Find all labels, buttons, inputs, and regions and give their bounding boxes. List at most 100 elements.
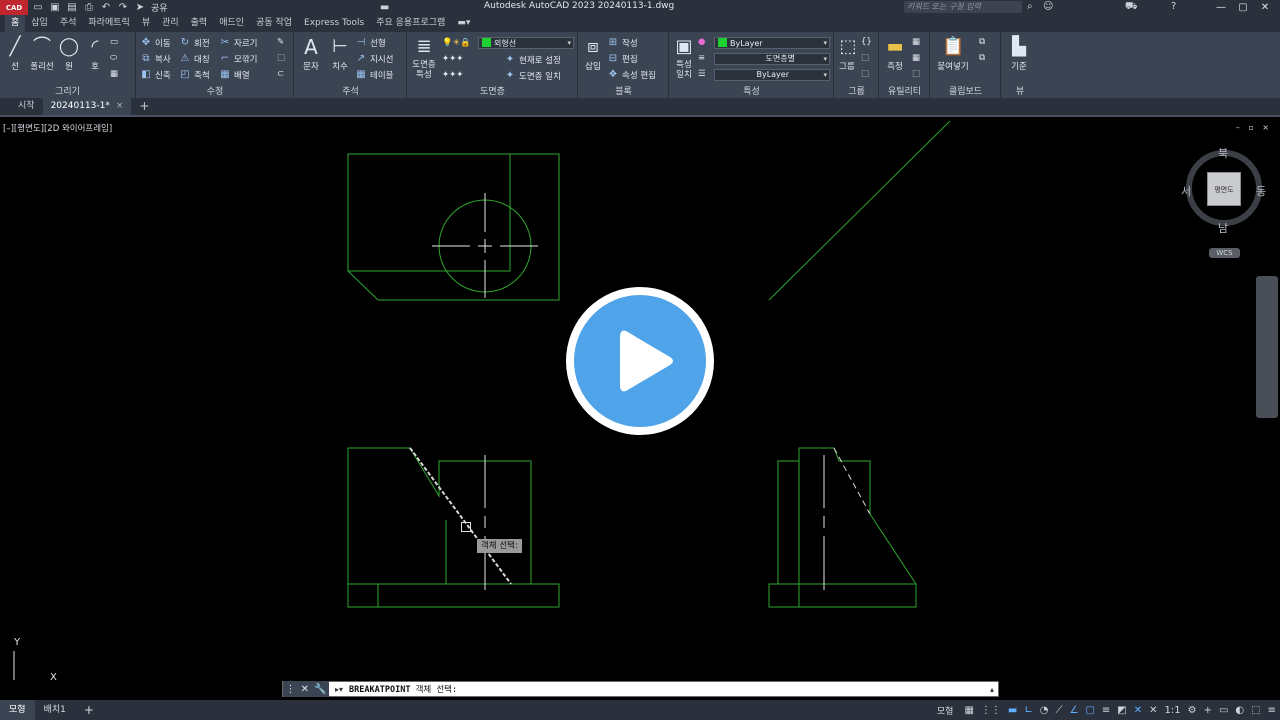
ortho-icon[interactable]: ∟ <box>1024 705 1032 716</box>
cut-clip-icon[interactable]: ⧉ <box>979 53 985 63</box>
plus-icon[interactable]: + <box>1204 705 1212 716</box>
edit-attributes-button[interactable]: ❖ 속성 편집 <box>607 69 656 81</box>
start-tab[interactable]: 시작 <box>10 98 43 115</box>
viewport-window-controls[interactable]: – ▫ × <box>1236 123 1272 132</box>
isodraft-icon[interactable]: ⟋ <box>1055 705 1062 716</box>
clipboard-panel-title[interactable]: 클립보드 <box>931 84 1000 97</box>
close-button[interactable]: ✕ <box>1254 0 1276 15</box>
osnap-icon[interactable]: ▢ <box>1085 705 1094 716</box>
polyline-tool[interactable]: ⌒ 폴리선 <box>28 36 56 72</box>
edit-block-button[interactable]: ⊟ 편집 <box>607 53 638 65</box>
lineweight-icon[interactable]: ☰ <box>698 69 706 79</box>
linear-dim-button[interactable]: ⊣ 선형 <box>355 37 386 49</box>
auto-scale-icon[interactable]: ✕ <box>1149 705 1157 716</box>
isolate-icon[interactable]: ◐ <box>1235 705 1244 716</box>
drawing-tab[interactable]: 20240113-1* × <box>42 98 132 115</box>
command-history-expand-icon[interactable]: ▴ <box>986 685 998 694</box>
wcs-menu[interactable]: WCS <box>1209 248 1240 258</box>
hatch-icon[interactable]: ⬭ <box>110 53 117 63</box>
hardware-accel-icon[interactable]: ▭ <box>1219 705 1228 716</box>
select-all-icon[interactable]: ⬚ <box>912 69 920 79</box>
tab-home[interactable]: 홈 <box>5 15 26 32</box>
search-input[interactable]: 키워드 또는 구절 입력 <box>904 1 1022 13</box>
tab-output[interactable]: 출력 <box>185 15 214 32</box>
close-tab-icon[interactable]: × <box>116 101 124 111</box>
tab-collaborate[interactable]: 공동 작업 <box>250 15 298 32</box>
scale-button[interactable]: ◰ 축척 <box>179 69 209 81</box>
tab-insert[interactable]: 삽입 <box>25 15 54 32</box>
redo-icon[interactable]: ↷ <box>116 2 130 14</box>
cart-icon[interactable]: ⛟ <box>1125 1 1138 14</box>
help-icon[interactable]: ? <box>1171 1 1176 12</box>
add-layout-button[interactable]: + <box>75 700 103 720</box>
create-block-button[interactable]: ⊞ 작성 <box>607 37 638 49</box>
tab-express-tools[interactable]: Express Tools <box>298 15 370 32</box>
stretch-button[interactable]: ◧ 신축 <box>140 69 170 81</box>
user-icon[interactable]: ☺ <box>1043 1 1053 12</box>
minimize-button[interactable]: — <box>1210 0 1232 15</box>
transparency-icon[interactable]: ◩ <box>1117 705 1126 716</box>
compass-west[interactable]: 서 <box>1181 183 1191 199</box>
compass-east[interactable]: 동 <box>1256 183 1266 199</box>
measure-tool[interactable]: ▬ 측정 <box>884 36 906 72</box>
layer-tools-icons[interactable]: ✦✦✦ <box>442 54 463 64</box>
id-point-icon[interactable]: ▦ <box>912 53 920 63</box>
layer-tools-icons-2[interactable]: ✦✦✦ <box>442 70 463 80</box>
viewcube-face[interactable]: 평면도 <box>1207 172 1241 206</box>
annotation-visibility-icon[interactable]: ✕ <box>1134 705 1142 716</box>
layer-dropdown[interactable]: 외형선 ▾ <box>478 37 574 49</box>
group-edit-icon[interactable]: ⬚ <box>861 53 869 63</box>
lineweight-toggle-icon[interactable]: ≡ <box>1102 705 1110 716</box>
linetype-icon[interactable]: ≡ <box>698 53 705 63</box>
close-icon[interactable]: ✕ <box>301 684 309 695</box>
layout1-tab[interactable]: 배치1 <box>35 700 75 720</box>
set-current-button[interactable]: ✦ 현재로 설정 <box>504 54 561 66</box>
quick-calc-icon[interactable]: ▦ <box>912 37 920 47</box>
new-tab-button[interactable]: + <box>131 98 157 115</box>
compass-south[interactable]: 남 <box>1218 220 1228 236</box>
block-panel-title[interactable]: 블록 <box>579 84 668 97</box>
maximize-button[interactable]: ▢ <box>1232 0 1254 15</box>
recent-commands-icon[interactable]: ▸▾ <box>335 685 343 694</box>
lineweight-dropdown[interactable]: ByLayer ▾ <box>714 69 830 81</box>
dynamic-input-icon[interactable]: ▬ <box>1008 705 1017 716</box>
rotate-button[interactable]: ↻ 회전 <box>179 37 210 49</box>
view-panel-title[interactable]: 뷰 <box>1002 84 1038 97</box>
base-view-tool[interactable]: ▙ 기준 <box>1006 36 1032 72</box>
erase-icon[interactable]: ✎ <box>277 37 284 47</box>
viewport-controls-label[interactable]: [–][평면도][2D 와이어프레임] <box>3 122 112 134</box>
rectangle-icon[interactable]: ▭ <box>110 37 118 47</box>
utilities-panel-title[interactable]: 유틸리티 <box>880 84 929 97</box>
workspace-dropdown-icon[interactable]: ▬ <box>378 2 392 14</box>
offset-icon[interactable]: ⊂ <box>277 69 284 79</box>
tab-annotate[interactable]: 주석 <box>54 15 83 32</box>
copy-button[interactable]: ⧉ 복사 <box>140 53 170 65</box>
fullscreen-icon[interactable]: ⬚ <box>1251 705 1260 716</box>
array-button[interactable]: ▦ 배열 <box>219 69 249 81</box>
arc-tool[interactable]: ◜ 호 <box>84 36 106 72</box>
tab-parametric[interactable]: 파라메트릭 <box>82 15 135 32</box>
properties-panel-title[interactable]: 특성 <box>670 84 833 97</box>
save-icon[interactable]: ▣ <box>48 2 62 14</box>
match-properties-tool[interactable]: ▣ 특성 일치 <box>672 36 696 80</box>
search-icon[interactable]: ⌕ <box>1027 1 1033 12</box>
draw-panel-title[interactable]: 그리기 <box>0 84 135 97</box>
leader-button[interactable]: ↗ 지시선 <box>355 53 394 65</box>
snap-icon[interactable]: ⋮⋮ <box>981 705 1001 716</box>
tab-view[interactable]: 뷰 <box>136 15 156 32</box>
text-tool[interactable]: A 문자 <box>299 36 323 72</box>
share-button[interactable]: 공유 <box>151 1 168 14</box>
model-space-label[interactable]: 모형 <box>937 704 954 717</box>
autocad-logo[interactable]: CAD <box>0 0 28 15</box>
fillet-button[interactable]: ⌐ 모깎기 <box>219 53 258 65</box>
move-button[interactable]: ✥ 이동 <box>140 37 171 49</box>
trim-button[interactable]: ✂ 자르기 <box>219 37 258 49</box>
navigation-bar[interactable] <box>1256 276 1278 418</box>
plot-icon[interactable]: ⎙ <box>82 2 96 14</box>
tab-addins[interactable]: 애드인 <box>213 15 250 32</box>
modify-panel-title[interactable]: 수정 <box>137 84 293 97</box>
explode-icon[interactable]: ⬚ <box>277 53 285 63</box>
play-icon[interactable] <box>620 329 674 393</box>
group-select-icon[interactable]: ⬚ <box>861 69 869 79</box>
tab-featured-apps[interactable]: 주요 응용프로그램 <box>370 15 451 32</box>
